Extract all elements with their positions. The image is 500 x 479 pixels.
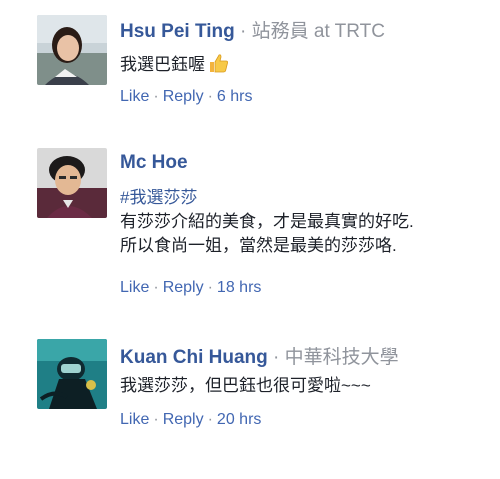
commenter-affiliation[interactable]: 站務員 at TRTC — [252, 21, 385, 42]
timestamp-link[interactable]: 18 hrs — [217, 279, 261, 296]
commenter-name[interactable]: Kuan Chi Huang — [120, 347, 268, 368]
avatar[interactable] — [37, 15, 107, 85]
comment-actions: Like · Reply · 20 hrs — [120, 411, 261, 429]
timestamp-link[interactable]: 6 hrs — [217, 88, 253, 105]
comment-text: 我選莎莎，但巴鈺也很可愛啦~~~ — [120, 374, 371, 398]
separator: · — [234, 21, 252, 42]
avatar[interactable] — [37, 339, 107, 409]
comment-text: 我選巴鈺喔 — [120, 52, 229, 77]
separator: · — [267, 347, 285, 368]
action-dot: · — [153, 88, 159, 105]
like-link[interactable]: Like — [120, 279, 149, 296]
comment-header: Mc Hoe — [120, 152, 188, 174]
comment-text-content: 我選巴鈺喔 — [120, 55, 205, 74]
timestamp-link[interactable]: 20 hrs — [217, 411, 261, 428]
reply-link[interactable]: Reply — [163, 411, 204, 428]
comment-text-content: 我選莎莎，但巴鈺也很可愛啦~~~ — [120, 376, 371, 395]
comment-header: Hsu Pei Ting · 站務員 at TRTC — [120, 16, 385, 43]
action-dot: · — [207, 88, 213, 105]
hashtag-link[interactable]: #我選莎莎 — [120, 186, 414, 210]
action-dot: · — [153, 279, 159, 296]
like-link[interactable]: Like — [120, 411, 149, 428]
comment-header: Kuan Chi Huang · 中華科技大學 — [120, 342, 399, 369]
reply-link[interactable]: Reply — [163, 88, 204, 105]
action-dot: · — [207, 411, 213, 428]
commenter-name[interactable]: Mc Hoe — [120, 152, 188, 173]
comment-text: #我選莎莎 有莎莎介紹的美食，才是最真實的好吃. 所以食尚一姐，當然是最美的莎莎… — [120, 186, 414, 258]
comment-text-line: 有莎莎介紹的美食，才是最真實的好吃. — [120, 212, 414, 231]
avatar[interactable] — [37, 148, 107, 218]
comment-text-line: 所以食尚一姐，當然是最美的莎莎咯. — [120, 236, 397, 255]
comment-actions: Like · Reply · 18 hrs — [120, 279, 261, 297]
action-dot: · — [153, 411, 159, 428]
reply-link[interactable]: Reply — [163, 279, 204, 296]
commenter-name[interactable]: Hsu Pei Ting — [120, 21, 235, 42]
like-link[interactable]: Like — [120, 88, 149, 105]
comment-actions: Like · Reply · 6 hrs — [120, 88, 253, 106]
commenter-affiliation[interactable]: 中華科技大學 — [285, 347, 399, 368]
thumbs-up-icon — [207, 52, 229, 74]
action-dot: · — [207, 279, 213, 296]
